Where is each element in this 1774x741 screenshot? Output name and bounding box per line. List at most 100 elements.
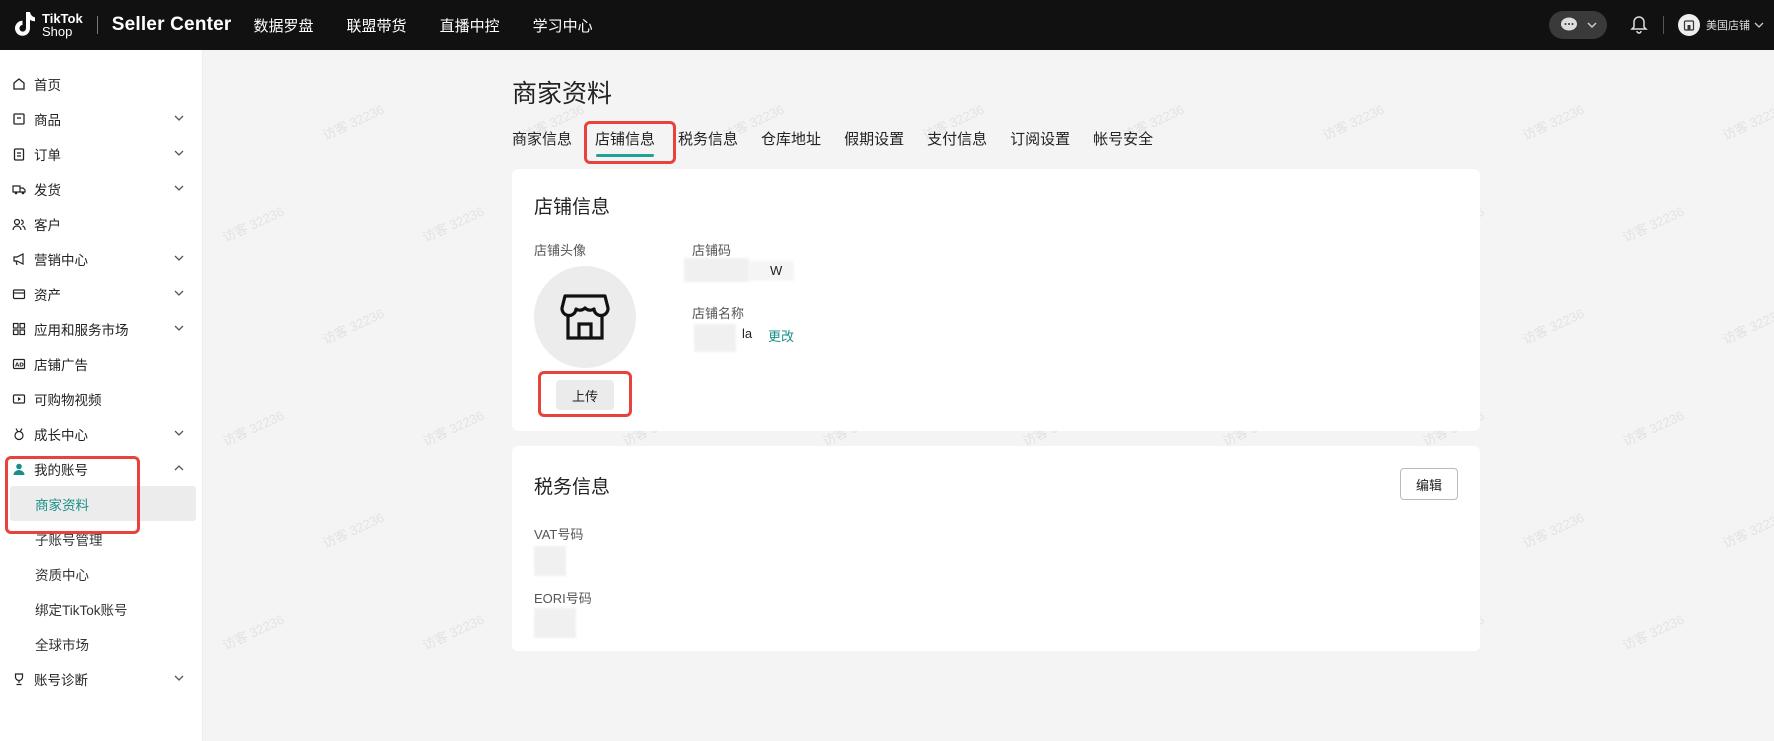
tab-warehouse-address[interactable]: 仓库地址	[761, 128, 821, 149]
watermark-text: 访客 32236	[220, 407, 287, 450]
sidebar-item-products[interactable]: 商品	[0, 101, 203, 136]
sidebar-item-label: 可购物视频	[34, 392, 102, 408]
topnav-learning-center[interactable]: 学习中心	[533, 15, 593, 36]
edit-tax-button[interactable]: 编辑	[1400, 468, 1458, 500]
bell-icon[interactable]	[1629, 15, 1649, 35]
chevron-down-icon[interactable]	[1754, 21, 1764, 29]
eori-number-label: EORI号码	[534, 591, 592, 606]
topbar-separator	[1663, 16, 1664, 34]
watermark-text: 访客 32236	[1320, 101, 1387, 144]
tab-account-security[interactable]: 帐号安全	[1093, 128, 1153, 149]
sidebar-item-home[interactable]: 首页	[0, 66, 203, 101]
tab-merchant-info[interactable]: 商家信息	[512, 128, 572, 149]
sidebar-item-growth-center[interactable]: 成长中心	[0, 416, 203, 451]
sidebar-subitem-qualification-center[interactable]: 资质中心	[0, 556, 203, 591]
top-bar: TikTok Shop Seller Center 数据罗盘 联盟带货 直播中控…	[0, 0, 1774, 50]
users-icon	[12, 217, 26, 231]
chevron-down-icon	[174, 430, 184, 436]
sidebar-item-label: 资产	[34, 287, 61, 303]
watermark-text: 访客 32236	[1520, 509, 1587, 552]
shop-code-value: W	[770, 263, 783, 278]
tiktok-logo-icon	[12, 10, 38, 40]
shop-name-value: la	[742, 326, 753, 341]
store-icon	[560, 294, 610, 340]
highlight-shop-info-tab	[584, 121, 676, 164]
chevron-down-icon	[174, 255, 184, 261]
video-icon	[12, 392, 26, 406]
chevron-down-icon	[174, 675, 184, 681]
home-icon	[12, 77, 26, 91]
chevron-up-icon	[174, 465, 184, 471]
shop-info-title: 店铺信息	[534, 197, 611, 218]
box-icon	[12, 112, 26, 126]
topnav-live-control[interactable]: 直播中控	[440, 15, 500, 36]
watermark-text: 访客 32236	[1720, 305, 1774, 348]
seller-center-title: Seller Center	[111, 14, 232, 35]
watermark-text: 访客 32236	[1620, 203, 1687, 246]
sidebar-item-marketing[interactable]: 营销中心	[0, 241, 203, 276]
tab-subscription-settings[interactable]: 订阅设置	[1010, 128, 1070, 149]
sidebar: 首页 商品 订单 发货 客户 营销中心 资产 应用和服务市场 AD 店铺广告 可…	[0, 50, 203, 741]
sidebar-subitem-bind-tiktok[interactable]: 绑定TikTok账号	[0, 591, 203, 626]
sidebar-item-assets[interactable]: 资产	[0, 276, 203, 311]
watermark-text: 访客 32236	[420, 611, 487, 654]
shop-avatar-icon[interactable]	[1678, 14, 1700, 36]
topnav-affiliate[interactable]: 联盟带货	[347, 15, 407, 36]
watermark-text: 访客 32236	[1620, 611, 1687, 654]
sidebar-item-label: 成长中心	[34, 427, 88, 443]
watermark-text: 访客 32236	[1720, 509, 1774, 552]
svg-text:AD: AD	[15, 362, 24, 368]
sidebar-subitem-global-market[interactable]: 全球市场	[0, 626, 203, 661]
sidebar-item-shop-ads[interactable]: AD 店铺广告	[0, 346, 203, 381]
tiktok-shop-logo[interactable]: TikTok Shop	[12, 10, 83, 40]
tab-tax-info[interactable]: 税务信息	[678, 128, 738, 149]
watermark-text: 访客 32236	[320, 101, 387, 144]
change-shop-name-link[interactable]: 更改	[768, 326, 794, 345]
shop-info-card: 店铺信息 店铺头像 上传 店铺码 W 店铺名称 la 更改	[512, 169, 1480, 431]
chevron-down-icon	[174, 150, 184, 156]
ad-icon: AD	[12, 357, 26, 371]
megaphone-icon	[12, 252, 26, 266]
highlight-upload-button	[538, 371, 632, 417]
sidebar-item-label: 商品	[34, 112, 61, 128]
sidebar-item-shoppable-video[interactable]: 可购物视频	[0, 381, 203, 416]
sidebar-item-account-diagnosis[interactable]: 账号诊断	[0, 661, 203, 696]
watermark-text: 访客 32236	[420, 407, 487, 450]
sidebar-item-label: 账号诊断	[34, 672, 88, 688]
sidebar-item-shipping[interactable]: 发货	[0, 171, 203, 206]
chevron-down-icon	[1586, 22, 1597, 29]
vat-number-label: VAT号码	[534, 527, 584, 542]
topnav-data-compass[interactable]: 数据罗盘	[254, 15, 314, 36]
sidebar-item-orders[interactable]: 订单	[0, 136, 203, 171]
clipboard-icon	[12, 147, 26, 161]
sidebar-item-label: 应用和服务市场	[34, 322, 129, 338]
tax-info-title: 税务信息	[534, 477, 611, 498]
sidebar-item-customers[interactable]: 客户	[0, 206, 203, 241]
highlight-my-account	[5, 456, 140, 534]
sidebar-item-label: 客户	[34, 217, 61, 233]
logo-divider	[96, 16, 98, 34]
shop-name-redacted	[694, 324, 736, 352]
wallet-icon	[12, 287, 26, 301]
page-title: 商家资料	[512, 80, 613, 108]
tab-payment-info[interactable]: 支付信息	[927, 128, 987, 149]
shop-avatar-label: 店铺头像	[534, 243, 587, 258]
chat-button[interactable]	[1549, 11, 1607, 39]
watermark-text: 访客 32236	[1520, 305, 1587, 348]
watermark-text: 访客 32236	[420, 203, 487, 246]
sidebar-item-app-market[interactable]: 应用和服务市场	[0, 311, 203, 346]
shop-name[interactable]: 美国店铺	[1706, 17, 1750, 33]
chevron-down-icon	[174, 290, 184, 296]
sidebar-item-label: 营销中心	[34, 252, 88, 268]
chevron-down-icon	[174, 115, 184, 121]
truck-icon	[12, 182, 26, 196]
watermark-text: 访客 32236	[320, 509, 387, 552]
medal-icon	[12, 427, 26, 441]
logo-line2: Shop	[42, 24, 73, 39]
tab-holiday-settings[interactable]: 假期设置	[844, 128, 904, 149]
apps-icon	[12, 322, 26, 336]
watermark-text: 访客 32236	[1720, 101, 1774, 144]
vat-number-redacted	[534, 546, 566, 576]
shop-code-label: 店铺码	[692, 243, 732, 258]
shop-code-redacted	[684, 258, 749, 282]
